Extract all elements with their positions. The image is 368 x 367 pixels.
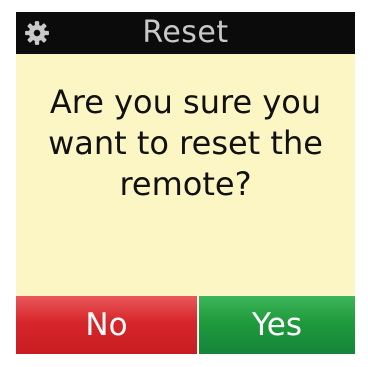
message-line: remote? [119,165,252,203]
confirmation-message: Are you sure you want to reset the remot… [16,82,355,205]
message-line: want to reset the [48,124,323,162]
title-bar: Reset [16,12,355,54]
page-title: Reset [142,15,229,50]
reset-confirmation-screen: Reset Are you sure you want to reset the… [16,12,355,354]
message-line: Are you sure you [49,83,322,121]
no-button[interactable]: No [16,296,197,354]
yes-button[interactable]: Yes [199,296,355,354]
